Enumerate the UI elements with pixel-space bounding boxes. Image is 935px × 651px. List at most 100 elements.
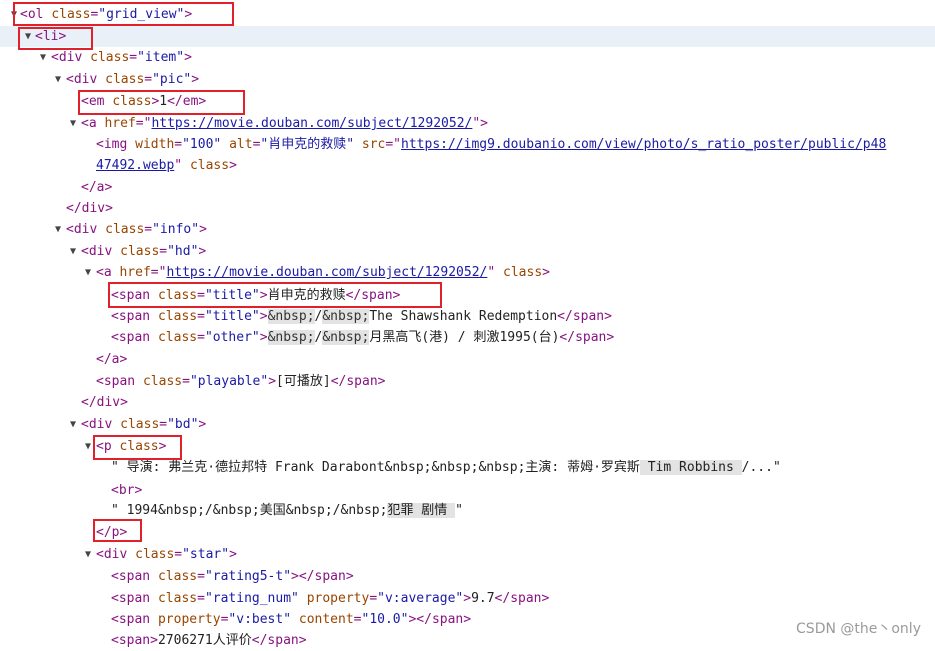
tree-line-span-rating5[interactable]: <span class="rating5-t"></span> [0,566,935,587]
tag-token: = [174,137,183,152]
expand-arrow-icon[interactable]: ▼ [52,219,64,240]
attr-value: "100" [182,137,222,152]
tree-line-div-pic[interactable]: ▼ <div class="pic"> [0,69,935,90]
tag-token: = [197,591,205,606]
expand-arrow-icon[interactable]: ▼ [82,262,94,283]
tree-line-div-item[interactable]: ▼ <div class="item"> [0,47,935,68]
expand-arrow-icon[interactable]: ▼ [8,4,20,25]
tree-line-p[interactable]: ▼ <p class> [0,436,935,457]
node-code: <span class="rating5-t"></span> [111,566,354,587]
tag-token: <span [111,309,158,324]
tree-line-span-playable[interactable]: <span class="playable">[可播放]</span> [0,371,935,392]
tree-line-img[interactable]: <img width="100" alt="肖申克的救赎" src="https… [0,134,935,155]
tag-token: > [191,72,200,87]
tag-token: > [229,547,237,562]
tree-line-span-other[interactable]: <span class="other">&nbsp;/&nbsp;月黑高飞(港)… [0,327,935,348]
tree-line-div-hd-close[interactable]: </div> [0,392,935,413]
attr-value: "肖申克的救赎" [260,137,355,152]
tag-token: </span> [330,374,386,389]
tree-line-a[interactable]: ▼ <a href="https://movie.douban.com/subje… [0,113,935,134]
tree-line-div-info[interactable]: ▼ <div class="info"> [0,219,935,240]
tree-line-img-cont[interactable]: 47492.webp" class> [0,155,935,176]
tag-token: = [197,330,205,345]
attr-name: class [90,50,130,65]
expand-arrow-icon[interactable]: ▼ [67,414,79,435]
attr-name: href [119,265,151,280]
tree-line-em[interactable]: <em class>1</em> [0,91,935,112]
expand-arrow-icon[interactable]: ▼ [52,69,64,90]
expand-arrow-icon[interactable]: ▼ [67,241,79,262]
tree-line-div-hd[interactable]: ▼ <div class="hd"> [0,241,935,262]
attr-name: class [157,288,198,303]
attr-value: "bd" [167,417,199,432]
text-node: The Shawshank Redemption [369,309,558,324]
link[interactable]: https://img9.doubanio.com/view/photo/s_r… [401,137,886,152]
entity-token: &nbsp; [267,309,315,324]
attr-name: class [157,309,198,324]
tag-token: <span [96,374,143,389]
attr-value: "hd" [167,244,199,259]
tag-token: > [198,244,207,259]
text-node [221,137,229,152]
tag-token: = [197,309,205,324]
attr-name: class [503,265,543,280]
tree-line-div-bd[interactable]: ▼ <div class="bd"> [0,414,935,435]
tree-line-span-title2[interactable]: <span class="title">&nbsp;/&nbsp;The Sha… [0,306,935,327]
attr-name: class [142,374,183,389]
tag-token: <div [66,72,106,87]
tree-line-li[interactable]: ▼ <li> [0,26,935,47]
node-code: <div class="info"> [66,219,207,240]
node-code: <li> [35,26,66,47]
tag-token: > [259,309,268,324]
tag-token: </div> [81,395,128,410]
tree-line-span-votes[interactable]: <span>2706271人评价</span> [0,630,935,651]
node-code: </div> [66,198,113,219]
tag-token: <a [96,265,120,280]
tree-line-span-title[interactable]: <span class="title">肖申克的救赎</span> [0,285,935,306]
tag-token: > [259,330,268,345]
tree-line-div-star[interactable]: ▼ <div class="star"> [0,544,935,565]
link[interactable]: 47492.webp [96,158,174,173]
text-node: " 导演: 弗兰克·德拉邦特 Frank Darabont&nbsp;&nbsp… [111,460,640,475]
node-code: </a> [96,349,127,370]
text-node: 月黑高飞(港) / 刺激1995(台) [369,330,560,345]
tree-line-br[interactable]: <br> [0,480,935,501]
attr-value: "10.0" [361,612,409,627]
tag-token: > [259,288,268,303]
expand-arrow-icon[interactable]: ▼ [82,436,94,457]
node-code: <span class="rating_num" property="v:ave… [111,588,549,609]
node-code: 47492.webp" class> [96,155,237,176]
tree-line-p-close[interactable]: </p> [0,522,935,543]
link[interactable]: https://movie.douban.com/subject/1292052… [166,265,487,280]
text-node [354,137,362,152]
tag-token: <em [81,94,113,109]
tree-line-span-rating-num[interactable]: <span class="rating_num" property="v:ave… [0,588,935,609]
tag-token: = [369,591,378,606]
tree-line-div-close[interactable]: </div> [0,198,935,219]
tree-line-a-close[interactable]: </a> [0,177,935,198]
tag-token: <span [111,612,158,627]
tag-token: <span [111,288,158,303]
expand-arrow-icon[interactable]: ▼ [22,26,34,47]
link[interactable]: https://movie.douban.com/subject/1292052… [151,116,472,131]
tree-line-ol[interactable]: ▼ <ol class="grid_view"> [0,4,935,25]
tag-token: = [159,244,168,259]
tree-line-span-best[interactable]: <span property="v:best" content="10.0"><… [0,609,935,630]
attr-name: class [120,244,160,259]
tree-line-p-text1[interactable]: " 导演: 弗兰克·德拉邦特 Frank Darabont&nbsp;&nbsp… [0,457,935,478]
expand-arrow-icon[interactable]: ▼ [82,544,94,565]
expand-arrow-icon[interactable]: ▼ [67,113,79,134]
tag-token: <img [96,137,136,152]
tree-line-p-text2[interactable]: " 1994&nbsp;/&nbsp;美国&nbsp;/&nbsp;犯罪 剧情 … [0,500,935,521]
tree-line-a-hd[interactable]: ▼ <a href="https://movie.douban.com/subje… [0,262,935,283]
text-node [495,265,503,280]
tag-token: ></span> [408,612,472,627]
attr-name: content [298,612,354,627]
node-code: <div class="pic"> [66,69,199,90]
tag-token: =" [385,137,402,152]
tag-token: </div> [66,201,113,216]
attr-value: "v:average" [377,591,464,606]
expand-arrow-icon[interactable]: ▼ [37,47,49,68]
tree-line-a-hd-close[interactable]: </a> [0,349,935,370]
tag-token: <span [111,569,158,584]
